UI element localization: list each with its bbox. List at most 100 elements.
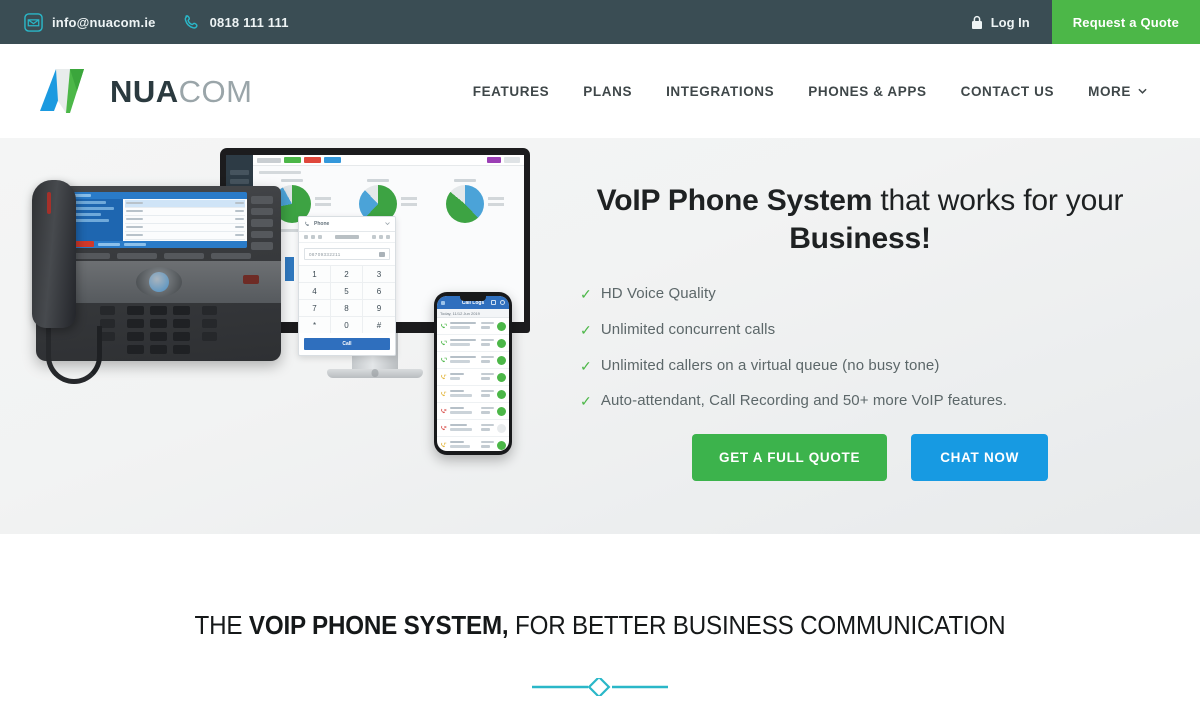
brand-wordmark: NUACOM (110, 76, 253, 107)
call-back-button[interactable] (497, 321, 506, 331)
list-item-label: Auto-attendant, Call Recording and 50+ m… (600, 392, 1008, 410)
nav-label: FEATURES (472, 83, 550, 99)
nav-item-phones-and-apps[interactable]: PHONES & APPS (791, 84, 943, 99)
nav-label: CONTACT US (960, 83, 1055, 99)
brand-name-bold: NUA (110, 73, 179, 109)
section-heading: THE VOIP PHONE SYSTEM, FOR BETTER BUSINE… (42, 610, 1158, 641)
brand-logo[interactable]: NUACOM (0, 63, 253, 119)
list-item: ✓ Unlimited concurrent calls (580, 321, 1160, 340)
get-a-full-quote-button[interactable]: GET A FULL QUOTE (692, 434, 888, 482)
call-back-button[interactable] (497, 372, 506, 382)
call-outgoing-icon (441, 374, 447, 379)
key-7[interactable]: 7 (299, 299, 331, 316)
chat-now-button[interactable]: CHAT NOW (911, 434, 1049, 482)
nav-label: PLANS (583, 83, 633, 99)
phone-release-key (243, 275, 259, 284)
phone-contact[interactable]: 0818 111 111 (182, 13, 289, 32)
call-log-row[interactable] (437, 386, 509, 403)
key-1[interactable]: 1 (299, 265, 331, 282)
hero-image: Phone 08709332211 1 2 3 4 5 6 7 8 9 * 0 … (0, 138, 560, 534)
call-log-row[interactable] (437, 318, 509, 335)
check-icon: ✓ (580, 393, 592, 410)
call-back-button[interactable] (497, 406, 506, 416)
call-back-button[interactable] (497, 440, 506, 450)
key-hash[interactable]: # (363, 316, 395, 333)
voip-devices-photo: Phone 08709332211 1 2 3 4 5 6 7 8 9 * 0 … (30, 148, 550, 478)
call-log-row[interactable] (437, 403, 509, 420)
hero-heading-bold-1: VoIP Phone System (596, 184, 873, 217)
call-missed-icon (441, 408, 447, 413)
check-icon: ✓ (580, 285, 592, 302)
phone-handset-icon (182, 13, 201, 32)
key-2[interactable]: 2 (331, 265, 363, 282)
call-incoming-icon (441, 340, 447, 345)
topbar-actions: Log In Request a Quote (949, 0, 1200, 44)
brand-name-light: COM (178, 73, 253, 109)
utility-topbar: info@nuacom.ie 0818 111 111 Log In Reque… (0, 0, 1200, 44)
section-heading-post: FOR BETTER BUSINESS COMMUNICATION (508, 610, 1006, 640)
call-log-row[interactable] (437, 352, 509, 369)
mobile-phone-mockup: Call Logs Today, 11/12 Jun 2019 (434, 292, 512, 455)
lock-icon (971, 15, 983, 30)
phone-cord (46, 326, 102, 384)
call-missed-icon (441, 425, 447, 430)
phone-dialpad (127, 306, 190, 354)
nav-item-integrations[interactable]: INTEGRATIONS (649, 84, 791, 99)
nav-label: MORE (1088, 83, 1131, 99)
check-icon: ✓ (580, 321, 592, 338)
list-item-label: Unlimited callers on a virtual queue (no… (600, 356, 940, 374)
nuacom-n-logo-icon (36, 63, 96, 119)
call-log-row[interactable] (437, 369, 509, 386)
topbar-contacts: info@nuacom.ie 0818 111 111 (0, 12, 289, 32)
call-incoming-icon (441, 323, 447, 328)
list-item: ✓ Auto-attendant, Call Recording and 50+… (580, 392, 1160, 411)
email-contact[interactable]: info@nuacom.ie (24, 12, 156, 32)
hero-section: Phone 08709332211 1 2 3 4 5 6 7 8 9 * 0 … (0, 138, 1200, 534)
call-log-row[interactable] (437, 420, 509, 437)
key-3[interactable]: 3 (363, 265, 395, 282)
phone-notch (460, 296, 486, 301)
main-navbar: NUACOM FEATURES PLANS INTEGRATIONS PHONE… (0, 44, 1200, 138)
key-6[interactable]: 6 (363, 282, 395, 299)
hero-heading-mid: that works for your (872, 184, 1124, 217)
phone-function-keys-left (100, 306, 115, 354)
section-heading-pre: THE (194, 610, 249, 640)
nav-item-features[interactable]: FEATURES (456, 84, 567, 99)
key-4[interactable]: 4 (299, 282, 331, 299)
phone-handset (32, 180, 76, 328)
call-log-row[interactable] (437, 437, 509, 451)
list-item-label: HD Voice Quality (600, 284, 716, 302)
call-log-row[interactable] (437, 335, 509, 352)
dialer-titlebar: Phone (299, 217, 395, 232)
login-button[interactable]: Log In (949, 0, 1052, 44)
nav-item-plans[interactable]: PLANS (566, 84, 649, 99)
nav-label: INTEGRATIONS (666, 83, 775, 99)
key-8[interactable]: 8 (331, 299, 363, 316)
call-back-button[interactable] (497, 338, 506, 348)
softphone-dialer-window[interactable]: Phone 08709332211 1 2 3 4 5 6 7 8 9 * 0 … (298, 216, 396, 356)
key-0[interactable]: 0 (331, 316, 363, 333)
call-back-button[interactable] (497, 423, 506, 433)
envelope-icon (24, 12, 43, 32)
backspace-icon[interactable] (379, 251, 385, 257)
nav-item-more[interactable]: MORE (1071, 84, 1164, 99)
key-5[interactable]: 5 (331, 282, 363, 299)
dialer-title: Phone (314, 221, 330, 227)
key-star[interactable]: * (299, 316, 331, 333)
phone-function-keys-right (202, 306, 217, 354)
dialer-number-input[interactable]: 08709332211 (304, 248, 390, 260)
call-back-button[interactable] (497, 355, 506, 365)
request-a-quote-button[interactable]: Request a Quote (1051, 0, 1200, 44)
call-outgoing-icon (441, 391, 447, 396)
nav-item-contact-us[interactable]: CONTACT US (944, 84, 1072, 99)
call-back-button[interactable] (497, 389, 506, 399)
key-9[interactable]: 9 (363, 299, 395, 316)
phone-navigation-cluster (135, 267, 182, 297)
dialer-call-button[interactable]: Call (304, 338, 390, 350)
section-heading-bold: VOIP PHONE SYSTEM, (248, 610, 509, 640)
phone-line-keys-right (251, 192, 273, 250)
call-outgoing-icon (441, 442, 447, 447)
intro-section: THE VOIP PHONE SYSTEM, FOR BETTER BUSINE… (0, 534, 1200, 696)
check-icon: ✓ (580, 357, 592, 374)
phone-lcd-screen (70, 192, 247, 248)
